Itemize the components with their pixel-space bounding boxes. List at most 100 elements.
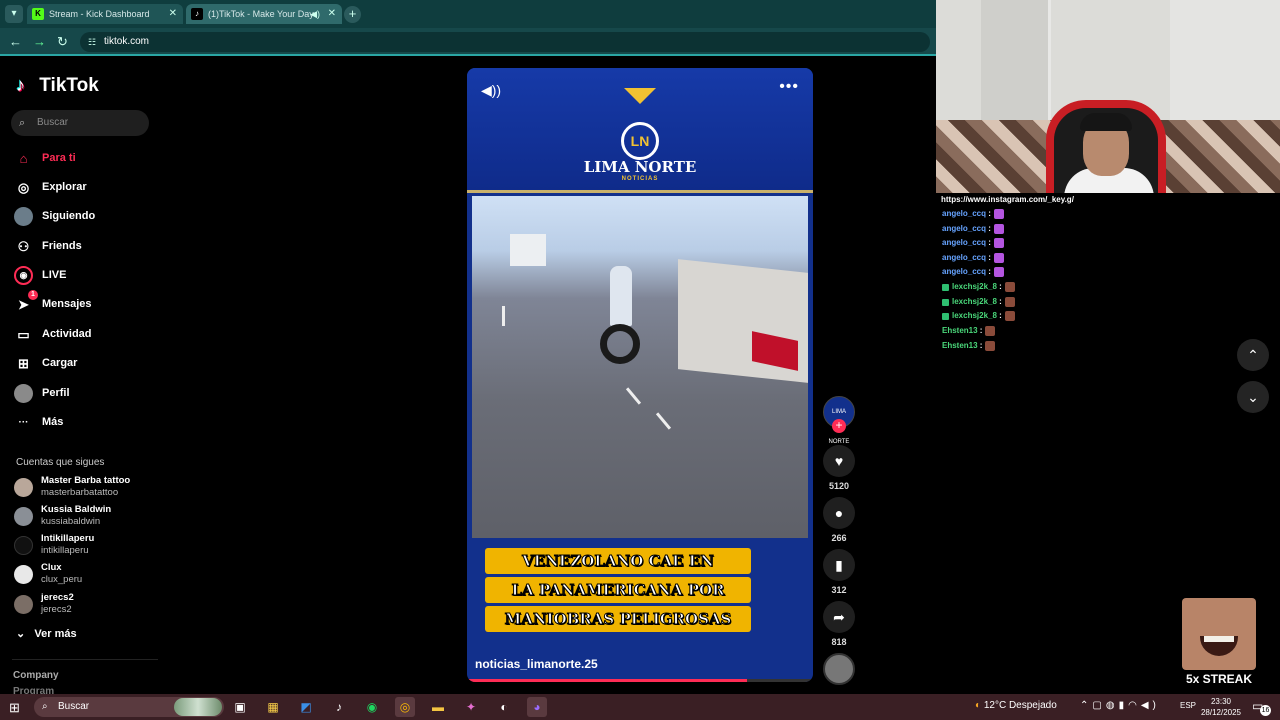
save-button[interactable]: ▮ xyxy=(823,549,855,581)
avatar xyxy=(14,478,33,497)
back-arrow-icon[interactable]: ← xyxy=(9,34,22,49)
profile-avatar-icon: ● xyxy=(14,384,33,403)
following-account[interactable]: jerecs2 jerecs2 xyxy=(14,592,154,618)
tiktok-sidebar: ♪ TikTok ⌕ Buscar ⌂ Para ti ◎ Explorar ●… xyxy=(0,58,160,694)
tiktok-app-icon[interactable]: ♪ xyxy=(329,697,349,717)
nav-item-label: Siguiendo xyxy=(42,210,96,222)
search-highlight-image xyxy=(174,698,222,716)
video-author[interactable]: noticias_limanorte.25 xyxy=(475,657,598,671)
tab-audio-icon[interactable]: ◀) xyxy=(310,4,320,24)
battery-icon: ▮ xyxy=(1118,700,1129,711)
video-header-banner: ◀)) ••• LN LIMA NORTE NOTICIAS xyxy=(467,68,813,193)
video-progress-bar[interactable] xyxy=(467,679,813,682)
badge-icon xyxy=(942,283,949,291)
speaker-icon: ◀) xyxy=(1140,700,1160,711)
nav-item-actividad[interactable]: ▭ Actividad xyxy=(14,323,154,345)
video-player[interactable]: ◀)) ••• LN LIMA NORTE NOTICIAS VENEZOLAN… xyxy=(467,68,813,682)
tiktok-logo[interactable]: ♪ TikTok xyxy=(16,75,99,97)
rider-body xyxy=(610,266,632,326)
chat-message: lexchsj2k_8 : xyxy=(942,297,1015,309)
microsoft-store-icon[interactable]: ▦ xyxy=(263,697,283,717)
heart-icon: ♥ xyxy=(834,453,844,469)
avatar xyxy=(14,507,33,526)
reload-icon[interactable]: ↻ xyxy=(57,34,68,50)
following-account[interactable]: Kussia Baldwin kussiabaldwin xyxy=(14,504,154,530)
video-progress-fill xyxy=(467,679,748,682)
chat-separator: : xyxy=(986,224,991,234)
footer-company-link[interactable]: Company xyxy=(13,670,59,681)
chevron-up-icon: ⌃ xyxy=(1247,347,1259,363)
account-name: jerecs2 xyxy=(41,592,74,603)
account-name: Intikillaperu xyxy=(41,533,95,544)
system-tray[interactable]: ⌃▢◍▮◠◀) xyxy=(1080,700,1160,711)
notifications-icon[interactable]: ▭ 16 xyxy=(1252,699,1271,716)
chat-message: angelo_ccq : xyxy=(942,224,1004,236)
following-account[interactable]: Clux clux_peru xyxy=(14,562,154,588)
video-frame-motorcycle-wheelie xyxy=(472,196,808,538)
more-options-icon[interactable]: ••• xyxy=(779,78,799,96)
footer-program-link[interactable]: Program xyxy=(13,686,54,694)
language-indicator[interactable]: ESP xyxy=(1180,701,1196,710)
windows-start-icon[interactable]: ⊞ xyxy=(9,700,20,716)
nav-item-friends[interactable]: ⚇ Friends xyxy=(14,235,154,257)
tab-list-dropdown-button[interactable]: ▾ xyxy=(5,5,23,23)
caption-line: MANIOBRAS PELIGROSAS xyxy=(485,606,751,632)
search-input[interactable]: ⌕ Buscar xyxy=(11,110,149,136)
comment-button[interactable]: ● xyxy=(823,497,855,529)
forward-arrow-icon[interactable]: → xyxy=(33,34,46,49)
share-button[interactable]: ➦ xyxy=(823,601,855,633)
notification-count: 16 xyxy=(1260,705,1271,716)
emote-icon xyxy=(1004,297,1015,307)
see-more-button[interactable]: ⌄ Ver más xyxy=(16,627,77,640)
nav-item-siguiendo[interactable]: ● Siguiendo xyxy=(14,205,154,227)
previous-video-button[interactable]: ⌃ xyxy=(1237,339,1269,371)
avatar xyxy=(14,565,33,584)
like-button[interactable]: ♥ xyxy=(823,445,855,477)
wheel-shape xyxy=(600,324,640,364)
music-disc-avatar[interactable] xyxy=(823,653,855,685)
new-tab-button[interactable]: + xyxy=(344,6,361,23)
volume-icon[interactable]: ◀)) xyxy=(481,82,501,99)
following-account[interactable]: Intikillaperu intikillaperu xyxy=(14,533,154,559)
taskbar-search-input[interactable]: ⌕ Buscar xyxy=(34,697,224,717)
discord-icon[interactable]: ◕ xyxy=(527,697,547,717)
following-avatar-icon: ● xyxy=(14,207,33,226)
streak-label: 5x STREAK xyxy=(1185,672,1253,686)
nav-item-mensajes[interactable]: ➤ 1 Mensajes xyxy=(14,290,154,315)
tab-close-icon[interactable]: ✕ xyxy=(328,4,336,24)
nav-item-cargar[interactable]: ⊞ Cargar xyxy=(14,352,154,374)
chat-separator: : xyxy=(977,326,983,336)
next-video-button[interactable]: ⌄ xyxy=(1237,381,1269,413)
nav-item-label: Más xyxy=(42,416,64,428)
nav-item-live[interactable]: ◉ LIVE xyxy=(14,264,154,286)
chat-separator: : xyxy=(986,267,991,277)
chrome-icon[interactable]: ◎ xyxy=(395,697,415,717)
tab-close-icon[interactable]: ✕ xyxy=(169,4,177,24)
chat-username: angelo_ccq xyxy=(942,209,987,219)
file-explorer-icon[interactable]: ▬ xyxy=(428,697,448,717)
copilot-icon[interactable]: ✦ xyxy=(461,697,481,717)
nav-item-perfil[interactable]: ● Perfil xyxy=(14,382,154,404)
following-account[interactable]: Master Barba tattoo masterbarbatattoo xyxy=(14,475,154,501)
url-field[interactable]: ☷ tiktok.com xyxy=(80,32,930,52)
follow-plus-button[interactable]: + xyxy=(832,419,846,433)
emote-icon xyxy=(985,326,996,336)
task-view-icon[interactable]: ▣ xyxy=(230,697,250,717)
taskbar-search-placeholder: Buscar xyxy=(58,701,90,712)
nav-item-label: Friends xyxy=(42,240,82,252)
clock[interactable]: 23:30 28/12/2025 xyxy=(1198,696,1244,718)
tab-kick-dashboard[interactable]: K Stream - Kick Dashboard ✕ xyxy=(27,4,183,24)
weather-widget[interactable]: ◐ 12°C Despejado xyxy=(975,700,1057,711)
site-info-icon[interactable]: ☷ xyxy=(88,32,96,52)
tab-tiktok[interactable]: ♪ (1)TikTok - Make Your Day ◀) ✕ xyxy=(186,4,342,24)
spotify-icon[interactable]: ◉ xyxy=(362,697,382,717)
nav-item-explorar[interactable]: ◎ Explorar xyxy=(14,176,154,198)
tray-app-icon: ◍ xyxy=(1105,700,1119,711)
lima-norte-logo: LN xyxy=(621,122,659,160)
nav-item-para-ti[interactable]: ⌂ Para ti xyxy=(14,147,154,169)
obs-icon[interactable]: ◐ xyxy=(494,697,514,717)
account-handle: kussiabaldwin xyxy=(41,516,101,527)
nav-item-mas[interactable]: ··· Más xyxy=(14,411,154,433)
tiktok-favicon-icon: ♪ xyxy=(191,8,203,20)
outlook-icon[interactable]: ◩ xyxy=(296,697,316,717)
